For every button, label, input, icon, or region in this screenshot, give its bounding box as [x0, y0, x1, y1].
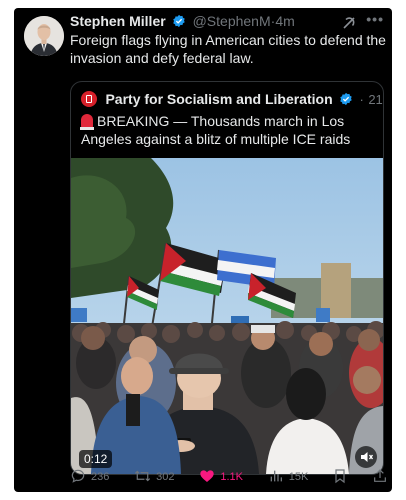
action-bar: 236 302 1.1K 15K	[70, 467, 388, 487]
share-button[interactable]	[372, 468, 388, 487]
views-button[interactable]: 15K	[268, 468, 309, 487]
bookmark-icon	[333, 468, 347, 487]
quoted-tweet[interactable]: Party for Socialism and Liberation · 21h…	[70, 81, 384, 475]
tweet-header: Stephen Miller @StephenM·4m •••	[70, 11, 386, 33]
like-button[interactable]: 1.1K	[199, 468, 243, 487]
siren-emoji-icon	[80, 114, 94, 130]
volume-icon[interactable]	[355, 446, 377, 468]
views-icon	[268, 468, 284, 487]
views-count: 15K	[288, 471, 309, 483]
reply-count: 236	[91, 471, 110, 483]
share-icon	[372, 468, 388, 487]
tweet-time[interactable]: 4m	[275, 13, 294, 29]
like-count: 1.1K	[220, 471, 243, 483]
verified-badge-icon	[339, 92, 353, 111]
avatar[interactable]	[24, 16, 64, 56]
author-handle[interactable]: @StephenM	[193, 13, 271, 29]
repost-icon	[134, 468, 151, 487]
video-duration: 0:12	[79, 450, 113, 468]
repost-button[interactable]: 302	[134, 468, 175, 487]
author-name[interactable]: Stephen Miller	[70, 13, 166, 29]
tweet-text: Foreign flags flying in American cities …	[70, 32, 386, 66]
quoted-tweet-text: BREAKING — Thousands march in Los Angele…	[80, 112, 377, 148]
more-icon[interactable]: •••	[366, 11, 384, 27]
bookmark-button[interactable]	[333, 468, 347, 487]
quoted-author-name[interactable]: Party for Socialism and Liberation	[105, 91, 332, 107]
quoted-tweet-header: Party for Socialism and Liberation · 21h	[81, 91, 383, 111]
quoted-tweet-time[interactable]: 21h	[368, 92, 383, 107]
video-player[interactable]: 0:12	[71, 158, 383, 474]
video-frame	[71, 158, 383, 474]
reply-icon	[70, 468, 86, 487]
quoted-tweet-body: BREAKING — Thousands march in Los Angele…	[81, 113, 351, 147]
psl-logo-icon	[81, 91, 97, 107]
heart-icon	[199, 468, 215, 487]
repost-count: 302	[156, 471, 175, 483]
separator-dot: ·	[359, 92, 364, 107]
reply-button[interactable]: 236	[70, 468, 109, 487]
tweet-card[interactable]: Stephen Miller @StephenM·4m ••• Foreign …	[14, 8, 392, 492]
